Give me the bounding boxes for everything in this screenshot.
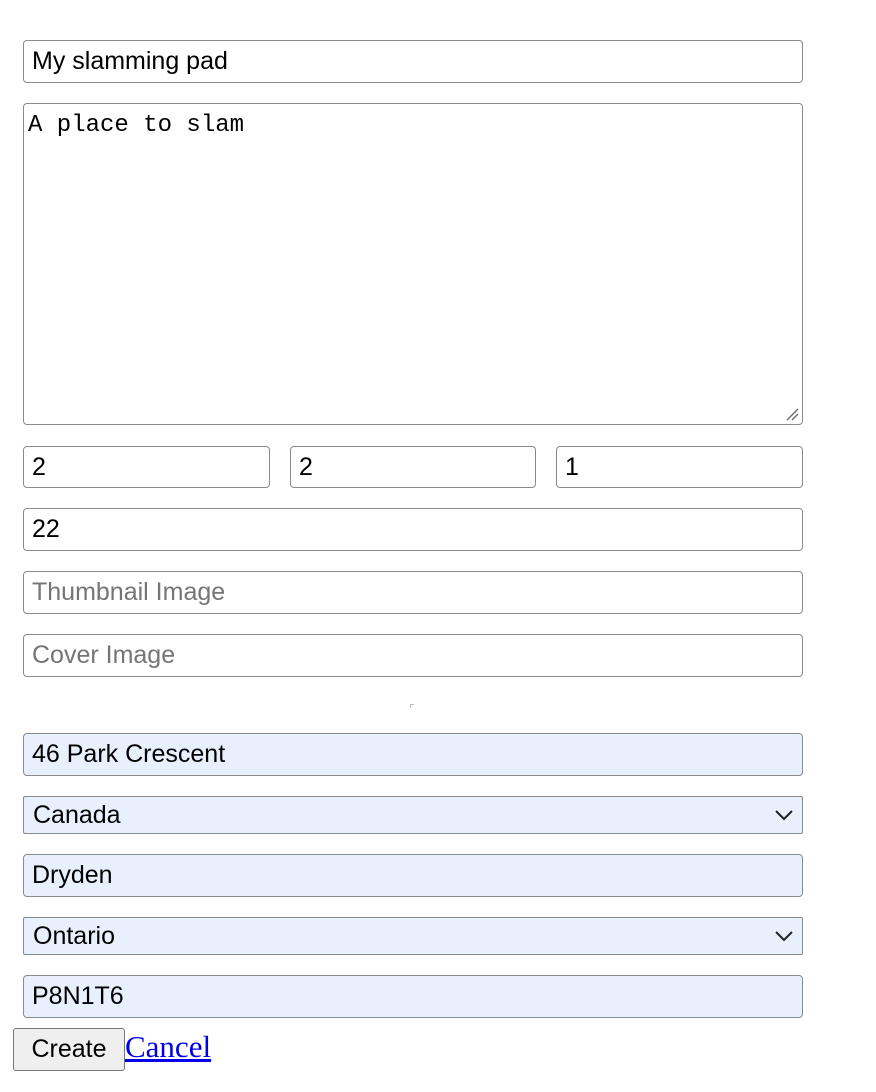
address-input[interactable] (23, 733, 803, 776)
count-input-1[interactable] (23, 446, 270, 488)
resize-handle-icon[interactable] (785, 407, 799, 421)
city-input[interactable] (23, 854, 803, 897)
count-input-3[interactable] (556, 446, 803, 488)
chevron-down-icon (775, 931, 793, 942)
country-select[interactable]: Canada (23, 796, 803, 834)
cancel-link[interactable]: Cancel (125, 1028, 211, 1066)
title-input[interactable] (23, 40, 803, 83)
count-input-2[interactable] (290, 446, 536, 488)
description-textarea[interactable]: A place to slam (23, 103, 803, 425)
chevron-down-icon (775, 810, 793, 821)
country-select-value: Canada (33, 800, 121, 829)
broken-image-mark (410, 704, 414, 708)
postal-code-input[interactable] (23, 975, 803, 1018)
create-button[interactable]: Create (13, 1028, 125, 1071)
number-input[interactable] (23, 508, 803, 551)
thumbnail-image-input[interactable] (23, 571, 803, 614)
province-select[interactable]: Ontario (23, 917, 803, 955)
cover-image-input[interactable] (23, 634, 803, 677)
province-select-value: Ontario (33, 921, 115, 950)
